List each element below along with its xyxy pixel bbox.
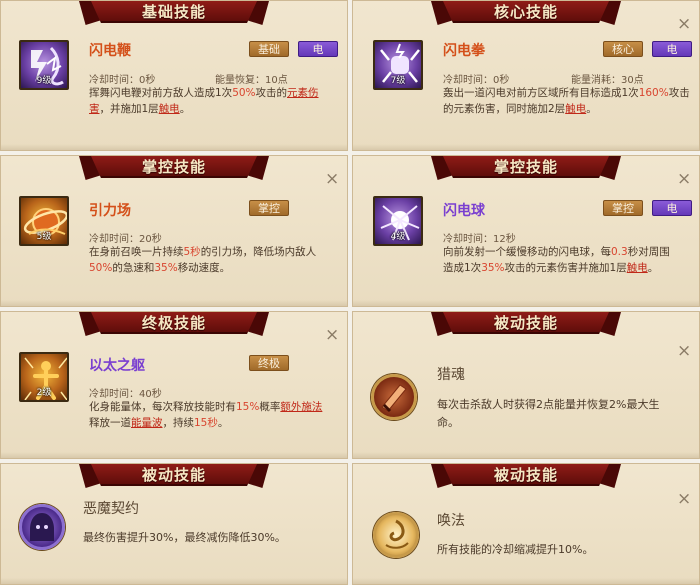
banner-title: 终极技能 — [91, 312, 257, 334]
keyword-link[interactable]: 触电 — [627, 262, 648, 274]
category-tag: 掌控 — [249, 200, 289, 216]
skill-description: 挥舞闪电鞭对前方敌人造成1次50%攻击的元素伤害，并施加1层触电。 — [89, 87, 319, 115]
cooldown-text: 冷却时间：12秒 — [443, 234, 516, 245]
skill-banner: 被动技能 — [431, 464, 621, 490]
banner-title: 基础技能 — [91, 1, 257, 23]
energy-text: 能量恢复：10点 — [215, 75, 288, 86]
close-icon[interactable]: × — [677, 171, 691, 188]
keyword-link[interactable]: 触电 — [159, 103, 180, 115]
element-tag: 电 — [652, 200, 692, 216]
category-tag: 核心 — [603, 41, 643, 57]
cooldown-text: 冷却时间：20秒 — [89, 234, 162, 245]
close-icon[interactable]: × — [677, 16, 691, 33]
banner-title: 掌控技能 — [91, 156, 257, 178]
banner-title: 掌控技能 — [443, 156, 609, 178]
skill-banner: 终极技能 — [79, 312, 269, 338]
banner-title: 被动技能 — [443, 312, 609, 334]
category-tag: 终极 — [249, 355, 289, 371]
skill-name: 以太之躯 — [89, 358, 145, 374]
banner-title: 核心技能 — [443, 1, 609, 23]
cooldown-text: 冷却时间：40秒 — [89, 389, 162, 400]
category-tag: 掌控 — [603, 200, 643, 216]
skill-card-basic: 基础技能 9级 闪电鞭 基础 电 冷却时间：0秒 能量恢复：10点 挥舞闪电鞭对… — [0, 0, 348, 151]
close-icon[interactable]: × — [677, 491, 691, 508]
skill-level: 4级 — [390, 232, 406, 242]
skill-name: 猎魂 — [437, 367, 465, 383]
skill-description: 最终伤害提升30%，最终减伤降低30%。 — [83, 531, 286, 544]
banner-title: 被动技能 — [443, 464, 609, 486]
skill-description: 轰出一道闪电对前方区域所有目标造成1次160%攻击的元素伤害，同时施加2层触电。 — [443, 87, 690, 115]
skill-banner: 核心技能 — [431, 1, 621, 27]
close-icon[interactable]: × — [325, 327, 339, 344]
cooldown-text: 冷却时间：0秒 — [443, 75, 510, 86]
skill-card-passive-invoke: 被动技能 × 唤法 所有技能的冷却缩减提升10%。 — [352, 463, 700, 585]
close-icon[interactable]: × — [677, 343, 691, 360]
element-tag: 电 — [652, 41, 692, 57]
skill-level: 9级 — [36, 76, 52, 86]
cooldown-text: 冷却时间：0秒 — [89, 75, 156, 86]
skill-name: 闪电球 — [443, 203, 485, 219]
skill-banner: 被动技能 — [79, 464, 269, 490]
invoke-icon[interactable] — [373, 512, 419, 558]
lightning-ball-icon[interactable]: 4级 — [373, 196, 423, 246]
skill-description: 在身前召唤一片持续5秒的引力场，降低场内敌人50%的急速和35%移动速度。 — [89, 246, 317, 274]
energy-text: 能量消耗：30点 — [571, 75, 644, 86]
skill-description: 化身能量体，每次释放技能时有15%概率额外施法释放一道能量波，持续15秒。 — [89, 401, 323, 429]
skill-name: 闪电鞭 — [89, 43, 131, 59]
skill-banner: 基础技能 — [79, 1, 269, 27]
close-icon[interactable]: × — [325, 171, 339, 188]
skill-card-core: 核心技能 × 7级 闪电拳 核心 电 冷却时间：0秒 能量消耗：30点 轰出一道… — [352, 0, 700, 151]
skill-name: 唤法 — [437, 513, 465, 529]
skill-level: 2级 — [36, 388, 52, 398]
skill-banner: 被动技能 — [431, 312, 621, 338]
category-tag: 基础 — [249, 41, 289, 57]
keyword-link[interactable]: 能量波 — [131, 417, 163, 429]
demon-pact-icon[interactable] — [19, 504, 65, 550]
skill-level: 5级 — [36, 232, 52, 242]
skill-description: 每次击杀敌人时获得2点能量并恢复2%最大生命。 — [437, 398, 660, 429]
skill-level: 7级 — [390, 76, 406, 86]
banner-title: 被动技能 — [91, 464, 257, 486]
skill-name: 恶魔契约 — [83, 501, 139, 517]
skill-card-passive-demon-pact: 被动技能 恶魔契约 最终伤害提升30%，最终减伤降低30%。 — [0, 463, 348, 585]
skill-card-control-lightning-ball: 掌控技能 × 4级 闪电球 掌控 电 冷却时间：12秒 向前发射一个缓慢移动的闪… — [352, 155, 700, 307]
element-tag: 电 — [298, 41, 338, 57]
keyword-link[interactable]: 额外施法 — [280, 401, 322, 413]
lightning-whip-icon[interactable]: 9级 — [19, 40, 69, 90]
skill-card-control-gravity: 掌控技能 × 5级 引力场 掌控 冷却时间：20秒 在身前召唤一片持续5秒的引力… — [0, 155, 348, 307]
skill-description: 所有技能的冷却缩减提升10%。 — [437, 543, 594, 556]
skill-name: 引力场 — [89, 203, 131, 219]
gravity-field-icon[interactable]: 5级 — [19, 196, 69, 246]
lightning-fist-icon[interactable]: 7级 — [373, 40, 423, 90]
skill-description: 向前发射一个缓慢移动的闪电球，每0.3秒对周围造成1次35%攻击的元素伤害并施加… — [443, 246, 670, 274]
skill-name: 闪电拳 — [443, 43, 485, 59]
soul-hunt-icon[interactable] — [371, 374, 417, 420]
skill-banner: 掌控技能 — [79, 156, 269, 182]
skill-banner: 掌控技能 — [431, 156, 621, 182]
keyword-link[interactable]: 触电 — [565, 103, 586, 115]
ether-body-icon[interactable]: 2级 — [19, 352, 69, 402]
skill-card-passive-soul-hunt: 被动技能 × 猎魂 每次击杀敌人时获得2点能量并恢复2%最大生命。 — [352, 311, 700, 459]
skill-card-ultimate: 终极技能 × 2级 以太之躯 终极 冷却时间：40秒 化身能量体，每次释放技能时… — [0, 311, 348, 459]
